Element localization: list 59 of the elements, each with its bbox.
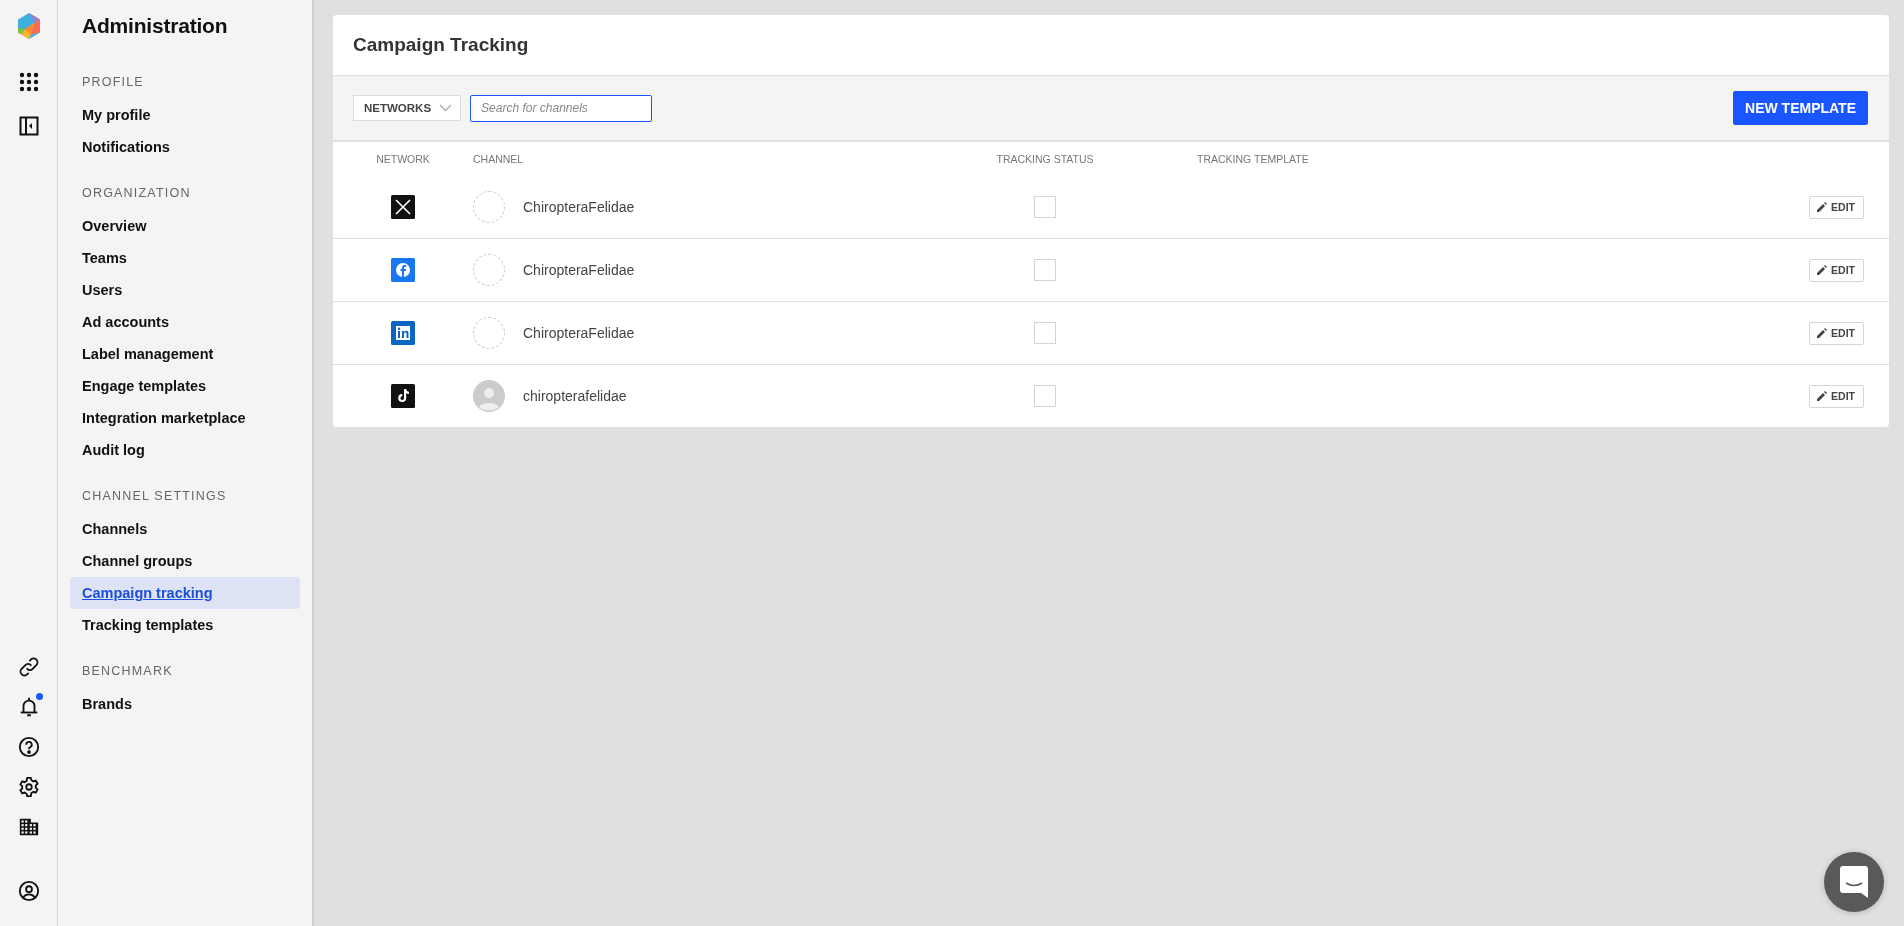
tracking-checkbox[interactable] — [1034, 196, 1056, 218]
x-logo-icon — [391, 195, 415, 219]
column-header: TRACKING STATUS — [996, 153, 1094, 165]
section-heading: BENCHMARK — [82, 664, 173, 678]
sidebar-link[interactable]: Users — [70, 274, 300, 306]
sidebar-link[interactable]: Ad accounts — [70, 306, 300, 338]
tracking-checkbox[interactable] — [1034, 385, 1056, 407]
sidebar-toggle-icon[interactable] — [18, 116, 39, 136]
user-icon[interactable] — [17, 880, 40, 902]
avatar-placeholder — [473, 380, 505, 412]
channel-name: ChiropteraFelidae — [523, 199, 635, 215]
sidebar-link[interactable]: Audit log — [70, 434, 300, 466]
link-icon[interactable] — [17, 656, 40, 678]
sidebar-link[interactable]: Notifications — [70, 131, 300, 163]
settings-icon[interactable] — [17, 776, 40, 798]
channel-name: chiropterafelidae — [523, 388, 627, 404]
sidebar-title: Administration — [82, 14, 229, 38]
sidebar-link[interactable]: Tracking templates — [70, 609, 300, 641]
sidebar-link[interactable]: Channel groups — [70, 545, 300, 577]
sidebar-link[interactable]: Teams — [70, 242, 300, 274]
column-header: CHANNEL — [473, 153, 524, 165]
new-template-button[interactable]: NEW TEMPLATE — [1733, 91, 1868, 125]
sidebar-link[interactable]: Engage templates — [70, 370, 300, 402]
sidebar-link[interactable]: Integration marketplace — [70, 402, 300, 434]
sidebar-link[interactable]: Channels — [70, 513, 300, 545]
channel-name: ChiropteraFelidae — [523, 262, 635, 278]
sidebar-link[interactable]: My profile — [70, 99, 300, 131]
tiktok-logo-icon — [391, 384, 415, 408]
sidebar-link[interactable]: Label management — [70, 338, 300, 370]
sidebar-link[interactable]: Brands — [70, 688, 300, 720]
tracking-checkbox[interactable] — [1034, 259, 1056, 281]
help-icon[interactable] — [17, 736, 40, 758]
column-header: NETWORK — [376, 153, 430, 165]
tracking-checkbox[interactable] — [1034, 322, 1056, 344]
pencil-icon — [1817, 202, 1828, 212]
chat-launcher-button[interactable] — [1824, 852, 1884, 912]
hexagon-logo-icon[interactable] — [15, 12, 42, 40]
sidebar-link[interactable]: Campaign tracking — [70, 577, 300, 609]
column-header: TRACKING TEMPLATE — [1197, 153, 1309, 165]
edit-button[interactable]: EDIT — [1809, 321, 1864, 345]
search-field[interactable]: Search for channels — [470, 94, 653, 122]
section-heading: PROFILE — [82, 75, 144, 89]
facebook-logo-icon — [391, 258, 415, 282]
edit-button[interactable]: EDIT — [1809, 195, 1864, 219]
networks-dropdown[interactable]: NETWORKS — [353, 95, 462, 121]
section-heading: ORGANIZATION — [82, 186, 191, 200]
edit-button[interactable]: EDIT — [1809, 258, 1864, 282]
edit-button[interactable]: EDIT — [1809, 384, 1864, 408]
pencil-icon — [1817, 391, 1828, 401]
sidebar-link[interactable]: Overview — [70, 210, 300, 242]
pencil-icon — [1817, 328, 1828, 338]
linkedin-logo-icon — [391, 321, 415, 345]
chat-bubble-icon — [1840, 866, 1868, 898]
building-icon[interactable] — [17, 816, 40, 838]
section-heading: CHANNEL SETTINGS — [82, 489, 227, 503]
grid-icon[interactable] — [18, 72, 39, 92]
chevron-down-icon — [439, 104, 453, 112]
pencil-icon — [1817, 265, 1828, 275]
channel-name: ChiropteraFelidae — [523, 325, 635, 341]
